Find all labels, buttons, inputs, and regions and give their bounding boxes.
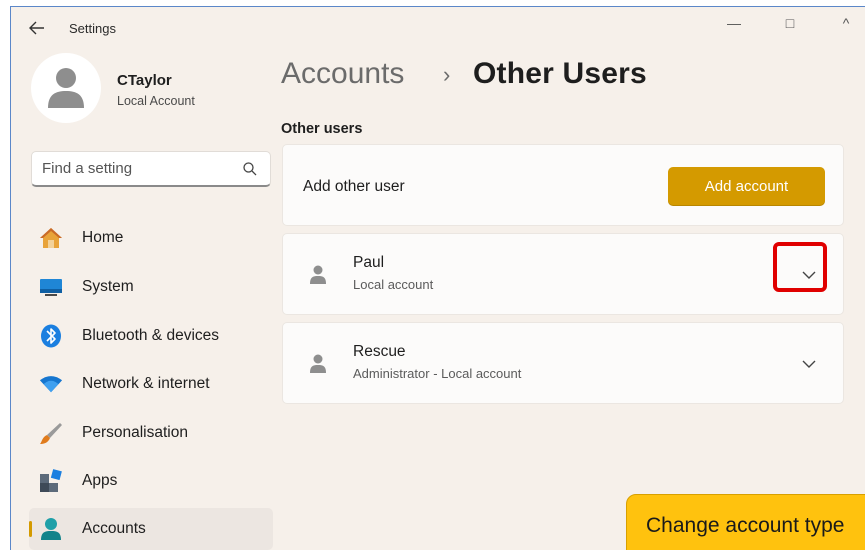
sidebar-item-label: Personalisation: [82, 424, 188, 441]
sidebar-item-label: Network & internet: [82, 375, 210, 392]
breadcrumb-separator: ›: [443, 62, 451, 87]
user-icon: [310, 354, 326, 373]
sidebar-item-label: System: [82, 278, 134, 295]
apps-icon: [39, 469, 63, 493]
callout-box: Change account type: [626, 494, 865, 550]
sidebar-item-label: Accounts: [82, 520, 146, 537]
settings-window: Settings — □ ^ CTaylor Local Account Hom…: [10, 6, 865, 550]
profile-account-type: Local Account: [117, 94, 195, 108]
user-icon: [310, 265, 326, 284]
add-account-button[interactable]: Add account: [668, 167, 825, 205]
chevron-down-icon: [802, 360, 816, 368]
sidebar-item-system[interactable]: System: [29, 266, 273, 308]
callout-text: Change account type: [646, 514, 845, 537]
home-icon: [39, 226, 63, 250]
breadcrumb-accounts[interactable]: Accounts: [281, 57, 404, 91]
maximize-button[interactable]: □: [763, 7, 817, 39]
user-account-type: Local account: [353, 277, 434, 292]
accounts-icon: [39, 517, 63, 541]
page-title: Other Users: [473, 57, 647, 90]
user-card-rescue[interactable]: Rescue Administrator - Local account: [282, 322, 844, 404]
wifi-icon: [39, 372, 63, 396]
close-button[interactable]: ^: [819, 7, 865, 39]
sidebar-item-home[interactable]: Home: [29, 217, 273, 259]
back-arrow-icon: [29, 21, 44, 35]
minimize-button[interactable]: —: [707, 7, 761, 39]
sidebar-item-accounts[interactable]: Accounts: [29, 508, 273, 550]
sidebar-item-apps[interactable]: Apps: [29, 460, 273, 502]
profile-name: CTaylor: [117, 72, 172, 89]
expand-paul-button[interactable]: [796, 263, 822, 287]
monitor-icon: [39, 275, 63, 299]
user-name: Rescue: [353, 343, 406, 360]
selected-indicator: [29, 521, 32, 537]
search-icon[interactable]: [242, 161, 258, 177]
sidebar-item-network[interactable]: Network & internet: [29, 363, 273, 405]
expand-rescue-button[interactable]: [796, 352, 822, 376]
user-card-paul[interactable]: Paul Local account: [282, 233, 844, 315]
add-other-user-card: Add other user Add account: [282, 144, 844, 226]
chevron-down-icon: [802, 271, 816, 279]
sidebar-item-bluetooth[interactable]: Bluetooth & devices: [29, 315, 273, 357]
search-input[interactable]: [42, 152, 237, 184]
bluetooth-icon: [39, 324, 63, 348]
sidebar-item-label: Bluetooth & devices: [82, 327, 220, 344]
search-box: [31, 151, 271, 187]
person-icon: [48, 68, 84, 108]
sidebar-item-label: Home: [82, 229, 124, 246]
brush-icon: [39, 421, 63, 445]
section-title: Other users: [281, 121, 363, 137]
back-button[interactable]: [23, 17, 51, 39]
app-title: Settings: [69, 21, 116, 36]
avatar[interactable]: [31, 53, 101, 123]
user-account-type: Administrator - Local account: [353, 366, 522, 381]
add-other-user-label: Add other user: [303, 178, 405, 195]
sidebar-item-label: Apps: [82, 472, 118, 489]
sidebar-item-personalisation[interactable]: Personalisation: [29, 412, 273, 454]
title-bar: Settings — □ ^: [11, 7, 865, 47]
user-name: Paul: [353, 254, 385, 271]
